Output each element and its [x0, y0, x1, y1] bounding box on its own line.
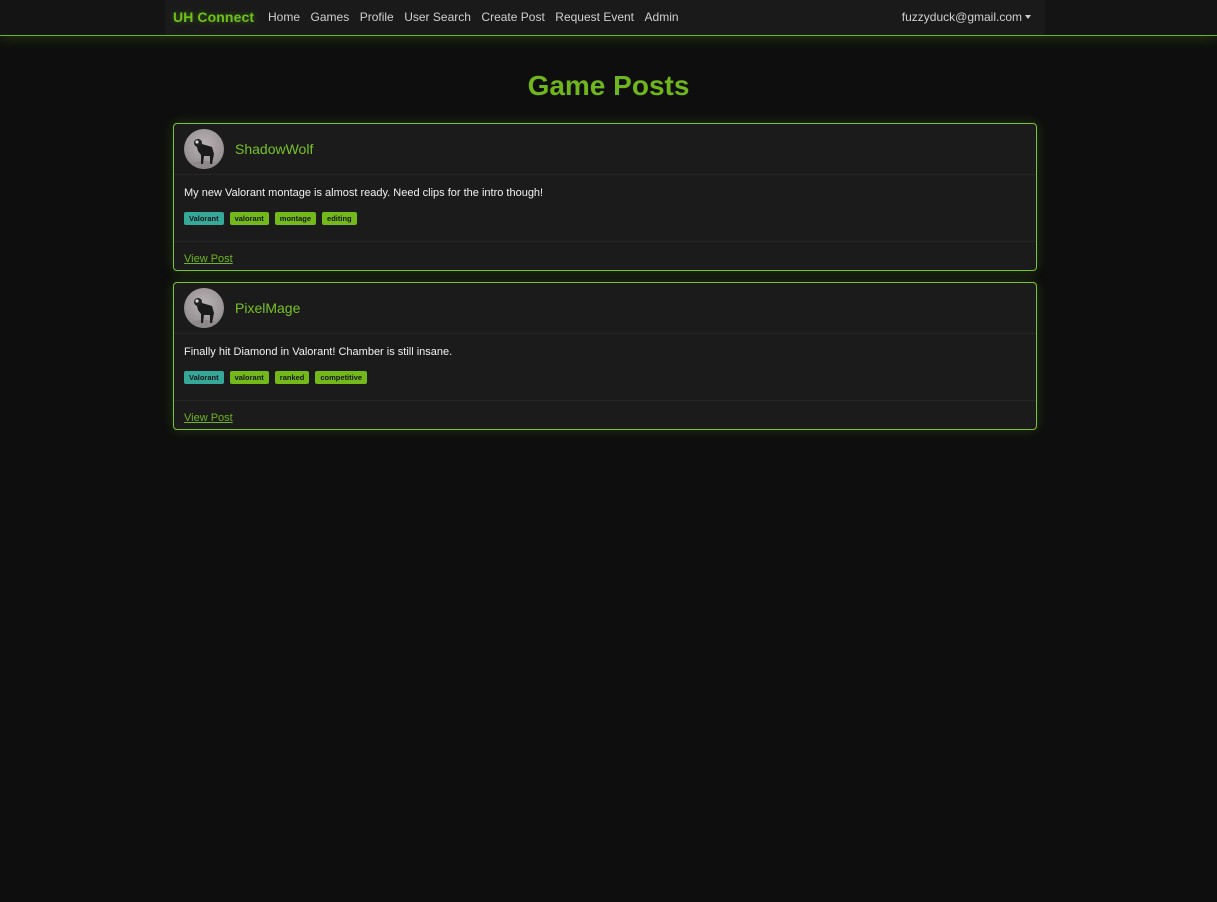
dog-avatar-icon [190, 298, 218, 328]
tag-list: Valorant valorant montage editing [184, 212, 1026, 225]
nav-link-profile[interactable]: Profile [360, 10, 394, 24]
tag: editing [322, 212, 357, 225]
post-username[interactable]: PixelMage [235, 300, 300, 316]
post-text: My new Valorant montage is almost ready.… [184, 187, 544, 199]
tag: competitive [315, 371, 368, 384]
view-post-link[interactable]: View Post [184, 253, 233, 265]
post-body: Finally hit Diamond in Valorant! Chamber… [174, 334, 1036, 401]
post-text: Finally hit Diamond in Valorant! Chamber… [184, 346, 453, 358]
post-footer: View Post [174, 242, 1036, 274]
nav-link-home[interactable]: Home [268, 10, 300, 24]
post-card: ShadowWolf My new Valorant montage is al… [173, 123, 1037, 271]
caret-down-icon [1025, 15, 1031, 19]
navbar-container: UH Connect Home Games Profile User Searc… [165, 0, 1045, 35]
view-post-link[interactable]: View Post [184, 412, 233, 424]
post-body: My new Valorant montage is almost ready.… [174, 175, 1036, 242]
post-username[interactable]: ShadowWolf [235, 141, 313, 157]
page-title: Game Posts [527, 70, 690, 101]
tag-list: Valorant valorant ranked competitive [184, 371, 1026, 384]
nav-link-games[interactable]: Games [311, 10, 350, 24]
nav-link-request-event[interactable]: Request Event [555, 10, 634, 24]
avatar[interactable] [184, 288, 224, 328]
post-footer: View Post [174, 401, 1036, 433]
nav-link-create-post[interactable]: Create Post [481, 10, 544, 24]
user-menu-dropdown[interactable]: fuzzyduck@gmail.com [902, 10, 1031, 24]
tag: ranked [274, 371, 310, 384]
nav-link-admin[interactable]: Admin [645, 10, 679, 24]
avatar[interactable] [184, 129, 224, 169]
game-tag: Valorant [184, 371, 224, 384]
navbar: UH Connect Home Games Profile User Searc… [0, 0, 1217, 36]
nav-link-user-search[interactable]: User Search [404, 10, 471, 24]
post-header: PixelMage [174, 283, 1036, 334]
nav-links: Home Games Profile User Search Create Po… [268, 10, 689, 24]
post-header: ShadowWolf [174, 124, 1036, 175]
tag: valorant [229, 371, 269, 384]
tag: valorant [229, 212, 269, 225]
post-card: PixelMage Finally hit Diamond in Valoran… [173, 282, 1037, 430]
brand-logo[interactable]: UH Connect [173, 9, 254, 25]
post-list: ShadowWolf My new Valorant montage is al… [173, 123, 1037, 441]
dog-avatar-icon [190, 139, 218, 169]
tag: montage [274, 212, 317, 225]
game-tag: Valorant [184, 212, 224, 225]
user-email: fuzzyduck@gmail.com [901, 10, 1022, 24]
